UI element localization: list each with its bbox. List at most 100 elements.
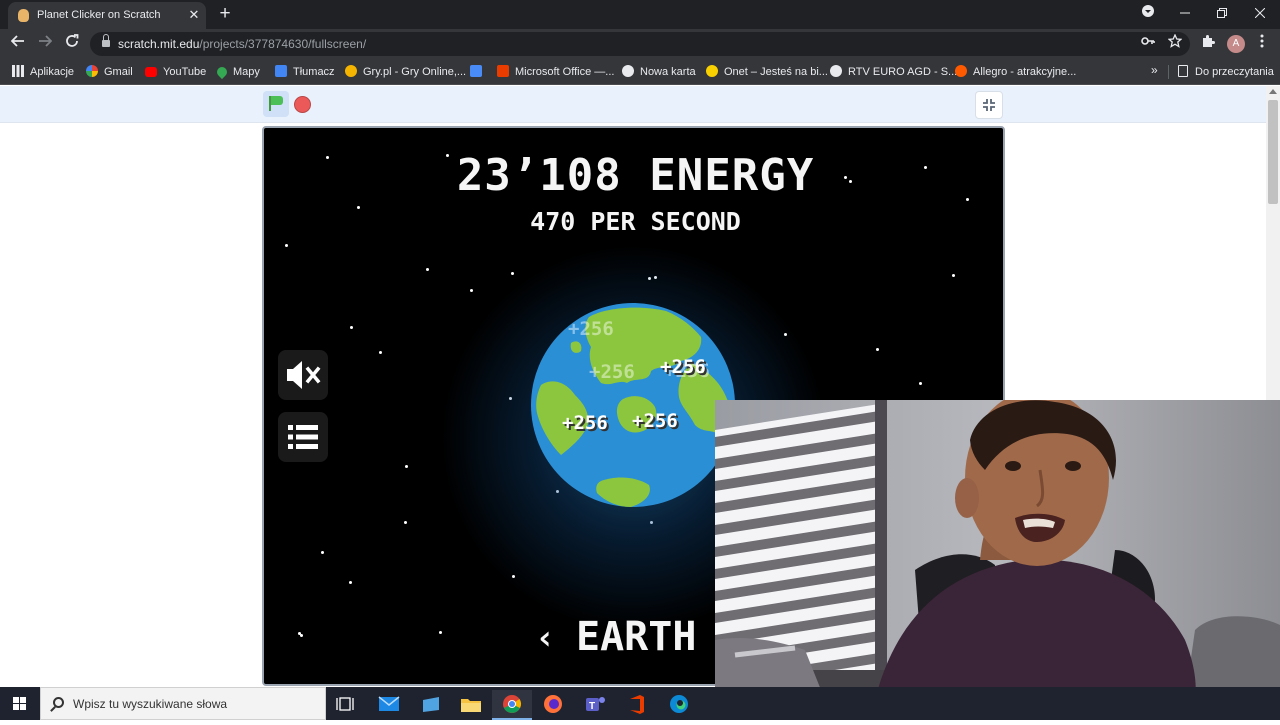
search-placeholder: Wpisz tu wyszukiwane słowa [73, 697, 228, 711]
bookmark-microsoft-office[interactable]: Microsoft Office —... [497, 64, 614, 80]
reading-list-icon [1178, 65, 1188, 77]
minimize-icon[interactable] [1172, 4, 1198, 24]
tab-close-icon[interactable]: ✕ [186, 6, 202, 24]
puzzle-bookmark-icon [470, 65, 482, 77]
star [404, 521, 407, 524]
scroll-thumb[interactable] [1268, 100, 1278, 204]
webcam-video-image [715, 400, 1280, 700]
mail-icon [378, 696, 400, 711]
kebab-menu-icon[interactable] [1252, 34, 1272, 54]
bookmark-gry[interactable]: Gry.pl - Gry Online,... [345, 64, 466, 80]
browser-tab[interactable]: Planet Clicker on Scratch ✕ [8, 2, 206, 29]
browser-toolbar: scratch.mit.edu/projects/377874630/fulls… [0, 29, 1280, 59]
green-flag-button[interactable] [263, 91, 289, 117]
store-app-button[interactable] [411, 690, 451, 720]
chrome-icon [503, 695, 521, 713]
globe-icon [830, 65, 842, 77]
click-popup: +256 [660, 356, 706, 378]
office-taskbar-button[interactable] [617, 690, 657, 720]
bookmark-puzzle[interactable] [470, 64, 488, 80]
lock-icon[interactable] [102, 34, 110, 48]
apps-grid-icon [12, 65, 24, 77]
scroll-up-arrow-icon[interactable] [1269, 89, 1277, 94]
bookmark-star-icon[interactable] [1165, 33, 1185, 54]
task-view-button[interactable] [327, 690, 367, 720]
extensions-puzzle-icon[interactable] [1198, 34, 1218, 54]
teams-taskbar-button[interactable]: T [575, 690, 615, 720]
password-key-icon[interactable] [1138, 34, 1158, 54]
bookmarks-overflow-button[interactable]: » [1151, 63, 1158, 77]
exit-fullscreen-button[interactable] [975, 91, 1003, 119]
bookmark-tlumacz[interactable]: Tłumacz [275, 64, 335, 80]
click-popup: +256 [568, 318, 614, 340]
windows-app-icon [423, 697, 439, 712]
click-popup: +256 [562, 412, 608, 434]
url-text[interactable]: scratch.mit.edu/projects/377874630/fulls… [118, 37, 366, 51]
firefox-icon [544, 695, 562, 713]
tab-strip: Planet Clicker on Scratch ✕ + [0, 0, 1280, 29]
star [952, 274, 955, 277]
bookmark-mapy[interactable]: Mapy [214, 64, 260, 80]
taskbar-search-box[interactable]: Wpisz tu wyszukiwane słowa [40, 687, 326, 720]
list-icon [288, 425, 318, 449]
allegro-icon [955, 65, 967, 77]
earth-planet[interactable] [531, 303, 736, 508]
profile-menu-icon[interactable] [1135, 4, 1161, 24]
maps-pin-icon [214, 64, 230, 80]
star [919, 382, 922, 385]
globe-icon [622, 65, 634, 77]
close-window-icon[interactable] [1247, 4, 1273, 24]
onet-icon [706, 65, 718, 77]
firefox-taskbar-button[interactable] [533, 690, 573, 720]
forward-arrow-icon[interactable] [35, 34, 55, 54]
menu-list-button[interactable] [278, 412, 328, 462]
star [405, 465, 408, 468]
back-arrow-icon[interactable] [8, 34, 28, 54]
stop-button[interactable] [294, 96, 311, 113]
folder-icon [461, 699, 481, 712]
address-bar[interactable]: scratch.mit.edu/projects/377874630/fulls… [90, 32, 1190, 56]
bookmark-onet[interactable]: Onet – Jesteś na bi... [706, 64, 828, 80]
windows-logo-icon [13, 697, 27, 711]
click-popup: +256 [632, 410, 678, 432]
bookmark-nowa-karta[interactable]: Nowa karta [622, 64, 696, 80]
reading-list-button[interactable]: Do przeczytania [1178, 64, 1274, 80]
file-explorer-button[interactable] [451, 690, 491, 720]
planet-name: EARTH [576, 614, 697, 660]
previous-planet-arrow[interactable]: ‹ [535, 618, 555, 658]
speaker-muted-icon [287, 361, 321, 389]
google-icon [86, 65, 98, 77]
star [876, 348, 879, 351]
scratch-favicon-icon [18, 9, 29, 22]
chrome-taskbar-button[interactable] [492, 690, 532, 720]
new-tab-button[interactable]: + [215, 4, 235, 24]
star [350, 326, 353, 329]
translate-icon [275, 65, 287, 77]
bookmark-gmail[interactable]: Gmail [86, 64, 133, 80]
bookmarks-divider [1168, 65, 1169, 79]
tab-title: Planet Clicker on Scratch [37, 9, 161, 21]
mute-button[interactable] [278, 350, 328, 400]
start-button[interactable] [0, 687, 40, 720]
bookmark-allegro[interactable]: Allegro - atrakcyjne... [955, 64, 1076, 80]
webcam-overlay [715, 400, 1280, 700]
energy-per-second: 470 PER SECOND [530, 207, 741, 236]
bookmark-youtube[interactable]: YouTube [145, 64, 206, 80]
stage-control-bar [0, 86, 1266, 123]
energy-counter: 23’108 ENERGY [456, 150, 815, 201]
office-icon [497, 65, 509, 77]
restore-icon[interactable] [1209, 4, 1235, 24]
star [426, 268, 429, 271]
mail-app-button[interactable] [369, 690, 409, 720]
bookmarks-bar: Aplikacje Gmail YouTube Mapy Tłumacz Gry… [0, 59, 1280, 85]
youtube-icon [145, 67, 157, 77]
bookmark-rtv-euro-agd[interactable]: RTV EURO AGD - S... [830, 64, 957, 80]
bookmark-aplikacje[interactable]: Aplikacje [12, 64, 74, 80]
edge-taskbar-button[interactable] [659, 690, 699, 720]
teams-icon: T [586, 697, 605, 712]
star [379, 351, 382, 354]
reload-icon[interactable] [62, 34, 82, 54]
star [349, 581, 352, 584]
profile-avatar[interactable]: A [1227, 35, 1245, 53]
svg-text:T: T [589, 701, 595, 712]
